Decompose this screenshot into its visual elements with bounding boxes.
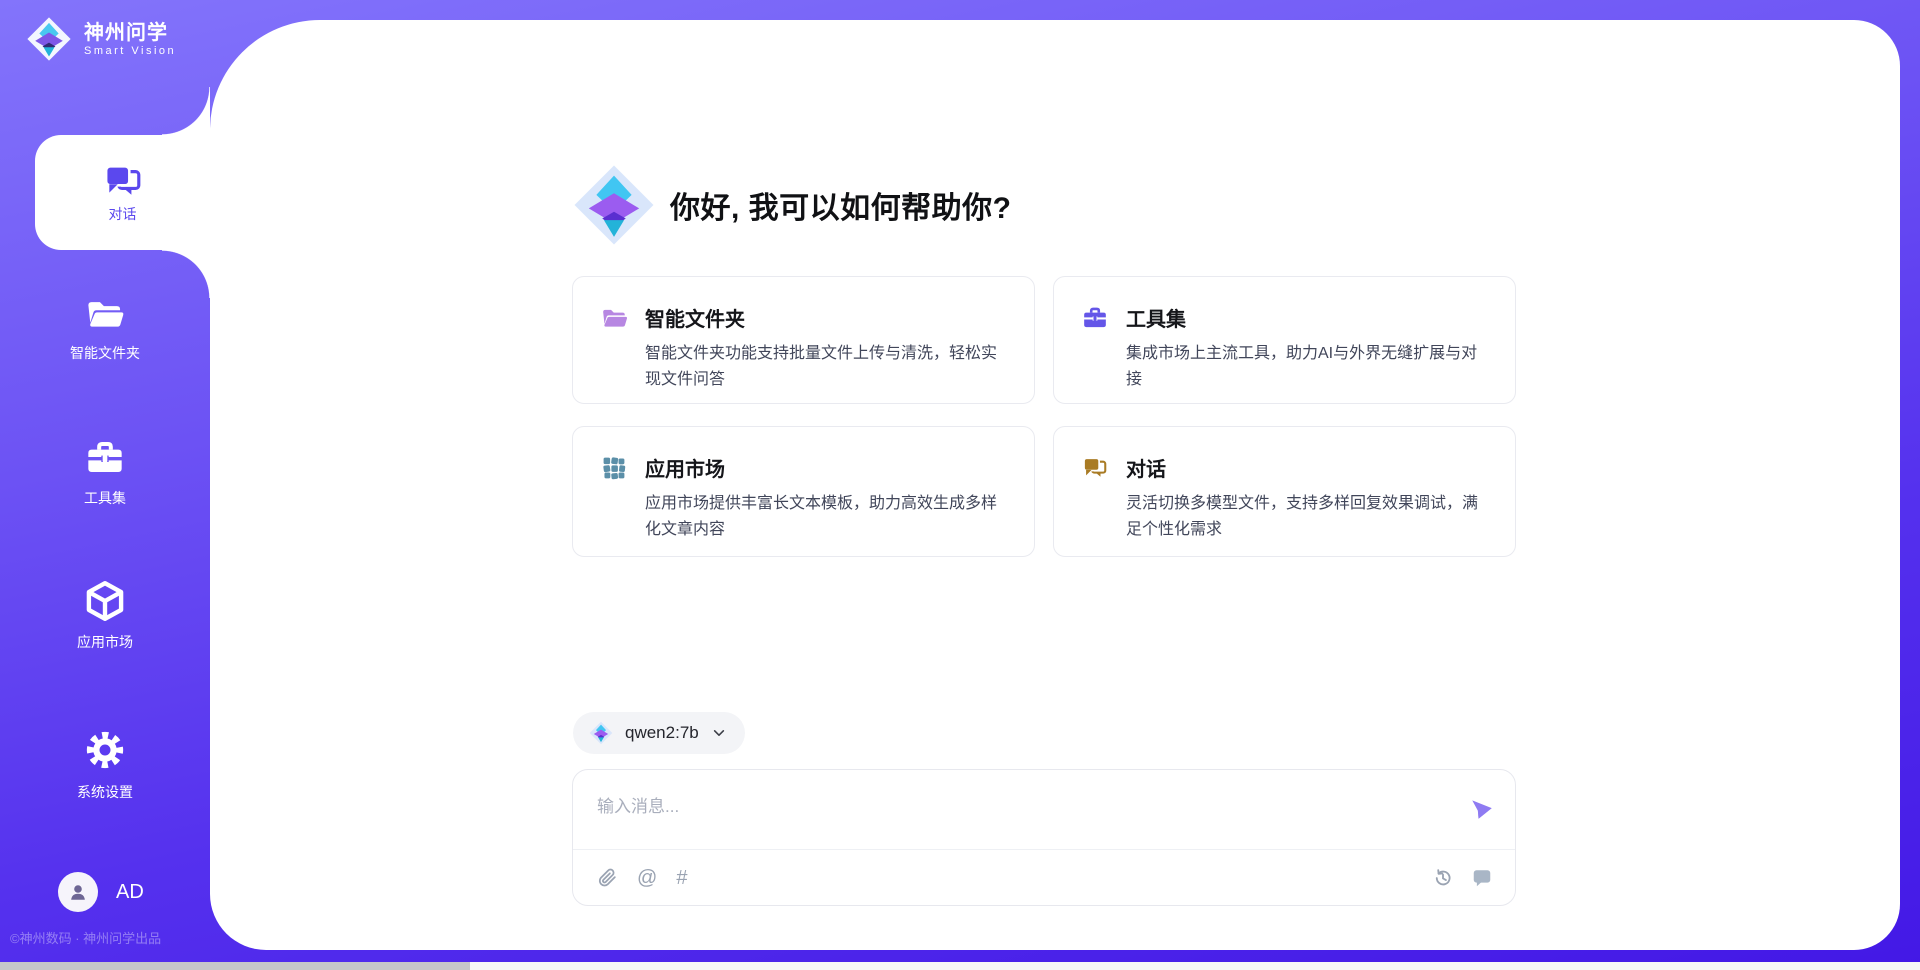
toolbox-icon [84, 438, 126, 478]
brand-logo: 神州问学 Smart Vision [26, 16, 176, 62]
tab-curve-top [162, 87, 210, 135]
message-composer: @ # [572, 769, 1516, 906]
hash-icon: # [676, 867, 687, 889]
copyright-footer: ©神州数码 · 神州问学出品 [10, 928, 210, 947]
user-name: AD [116, 881, 144, 904]
model-name: qwen2:7b [625, 723, 699, 743]
brand-subtitle: Smart Vision [84, 45, 176, 57]
folder-icon [83, 295, 127, 333]
attachment-icon [597, 867, 618, 889]
at-icon: @ [637, 867, 657, 889]
history-button[interactable] [1432, 867, 1454, 889]
mention-button[interactable]: @ [637, 868, 657, 888]
toolbox-icon [1082, 305, 1108, 331]
person-icon [66, 880, 90, 904]
chat-bubbles-icon [103, 162, 143, 196]
card-title: 应用市场 [645, 453, 1006, 482]
chat-square-icon [1471, 867, 1493, 889]
cube-icon [84, 580, 126, 622]
message-input[interactable] [597, 784, 1469, 836]
card-description: 应用市场提供丰富长文本模板，助力高效生成多样化文章内容 [645, 491, 1006, 543]
main-panel: 你好, 我可以如何帮助你? 智能文件夹 智能文件夹功能支持批量文件上传与清洗，轻… [210, 20, 1900, 950]
card-chat[interactable]: 对话 灵活切换多模型文件，支持多样回复效果调试，满足个性化需求 [1053, 426, 1516, 557]
model-selector[interactable]: qwen2:7b [573, 712, 745, 754]
card-description: 集成市场上主流工具，助力AI与外界无缝扩展与对接 [1126, 341, 1487, 393]
history-icon [1432, 867, 1454, 889]
feature-cards: 智能文件夹 智能文件夹功能支持批量文件上传与清洗，轻松实现文件问答 工具集 集成… [572, 276, 1516, 557]
card-title: 工具集 [1126, 303, 1487, 332]
composer-toolbar: @ # [573, 849, 1515, 905]
scrollbar-thumb[interactable] [0, 962, 470, 970]
avatar [58, 872, 98, 912]
send-icon [1469, 796, 1495, 822]
send-button[interactable] [1469, 796, 1495, 822]
sidebar-item-smart-folder[interactable]: 智能文件夹 [0, 295, 210, 363]
card-title: 智能文件夹 [645, 303, 1006, 332]
user-profile[interactable]: AD [58, 872, 144, 912]
sidebar-item-app-market[interactable]: 应用市场 [0, 580, 210, 652]
sidebar-item-label: 系统设置 [0, 782, 210, 802]
tab-curve-bottom [162, 250, 210, 298]
gear-icon [83, 728, 127, 772]
card-title: 对话 [1126, 453, 1487, 482]
greeting-block: 你好, 我可以如何帮助你? [572, 163, 1012, 247]
sidebar-item-chat[interactable]: 对话 [35, 135, 210, 250]
card-smart-folder[interactable]: 智能文件夹 智能文件夹功能支持批量文件上传与清洗，轻松实现文件问答 [572, 276, 1035, 404]
sidebar: 神州问学 Smart Vision 对话 智能文件夹 工具集 应用市场 系统设置… [0, 0, 210, 970]
topic-button[interactable]: # [676, 868, 687, 888]
card-toolset[interactable]: 工具集 集成市场上主流工具，助力AI与外界无缝扩展与对接 [1053, 276, 1516, 404]
folder-icon [601, 305, 628, 331]
card-description: 智能文件夹功能支持批量文件上传与清洗，轻松实现文件问答 [645, 341, 1006, 393]
sidebar-item-label: 工具集 [0, 488, 210, 508]
brand-name: 神州问学 [84, 22, 176, 45]
sidebar-item-toolset[interactable]: 工具集 [0, 438, 210, 508]
new-chat-button[interactable] [1471, 867, 1493, 889]
app-grid-icon [601, 455, 627, 481]
sidebar-item-label: 对话 [109, 204, 137, 224]
diamond-logo-icon [26, 16, 72, 62]
sidebar-item-label: 应用市场 [0, 632, 210, 652]
horizontal-scrollbar[interactable] [0, 962, 1920, 970]
attach-file-button[interactable] [597, 867, 618, 889]
chat-bubbles-icon [1082, 455, 1108, 478]
diamond-logo-icon [589, 721, 613, 745]
greeting-text: 你好, 我可以如何帮助你? [670, 183, 1012, 227]
card-app-market[interactable]: 应用市场 应用市场提供丰富长文本模板，助力高效生成多样化文章内容 [572, 426, 1035, 557]
card-description: 灵活切换多模型文件，支持多样回复效果调试，满足个性化需求 [1126, 491, 1487, 543]
sidebar-item-settings[interactable]: 系统设置 [0, 728, 210, 802]
chevron-down-icon [711, 725, 727, 741]
diamond-logo-icon [572, 163, 656, 247]
sidebar-item-label: 智能文件夹 [0, 343, 210, 363]
